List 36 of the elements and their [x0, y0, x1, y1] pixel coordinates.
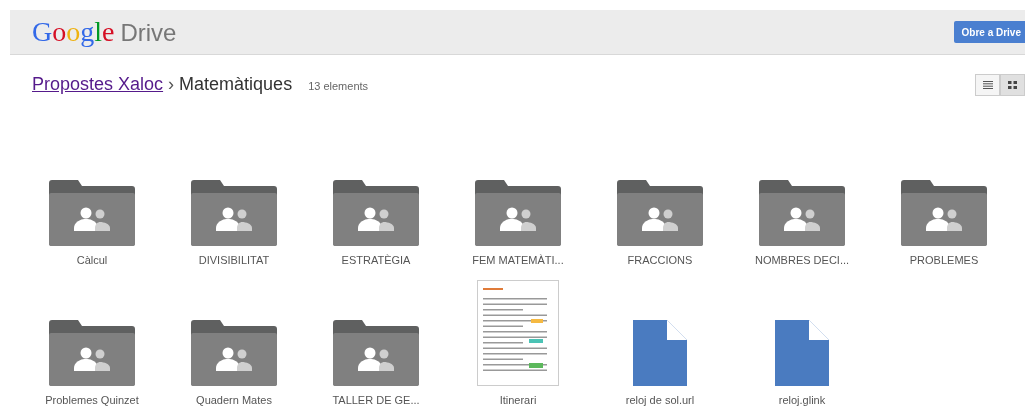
shared-folder-icon — [191, 180, 277, 246]
item-name[interactable]: DIVISIBILITAT — [198, 252, 270, 269]
item-name[interactable]: ESTRATÈGIA — [341, 252, 411, 269]
shared-folder-icon — [901, 180, 987, 246]
product-name: Drive — [120, 21, 177, 45]
open-in-drive-button[interactable]: Obre a Drive — [953, 21, 1025, 43]
grid-icon — [1008, 80, 1017, 89]
item-name[interactable]: Itinerari — [499, 391, 537, 408]
shared-folder-icon — [49, 319, 135, 386]
breadcrumb-separator: › — [168, 73, 175, 96]
list-icon — [982, 80, 993, 89]
item-name[interactable]: reloj.glink — [778, 391, 826, 408]
shared-folder-icon — [617, 180, 703, 246]
shared-folder-icon — [759, 180, 845, 246]
item-name[interactable]: Càlcul — [76, 252, 108, 269]
shared-folder-icon — [333, 319, 419, 386]
grid-view-button[interactable] — [1000, 73, 1025, 96]
google-logo: Google — [32, 18, 115, 46]
item-name[interactable]: PROBLEMES — [909, 252, 979, 269]
list-view-button[interactable] — [975, 73, 1000, 96]
item-name[interactable]: NOMBRES DECI... — [754, 252, 850, 269]
item-name[interactable]: FRACCIONS — [627, 252, 693, 269]
shared-folder-icon — [333, 180, 419, 246]
item-name[interactable]: TALLER DE GE... — [332, 391, 420, 408]
item-name[interactable]: Quadern Mates — [196, 391, 272, 408]
file-icon — [633, 319, 687, 386]
item-name[interactable]: Problemes Quinzet — [45, 391, 139, 408]
shared-folder-icon — [475, 180, 561, 246]
current-folder-title: Matemàtiques — [179, 73, 293, 96]
shared-folder-icon — [191, 319, 277, 386]
shared-folder-icon — [49, 180, 135, 246]
breadcrumb-link[interactable]: Propostes Xaloc — [32, 71, 164, 98]
item-name[interactable]: FEM MATEMÀTI... — [472, 252, 564, 269]
item-count: 13 elements — [308, 79, 369, 94]
item-name[interactable]: reloj de sol.url — [625, 391, 695, 408]
file-icon — [775, 319, 829, 386]
